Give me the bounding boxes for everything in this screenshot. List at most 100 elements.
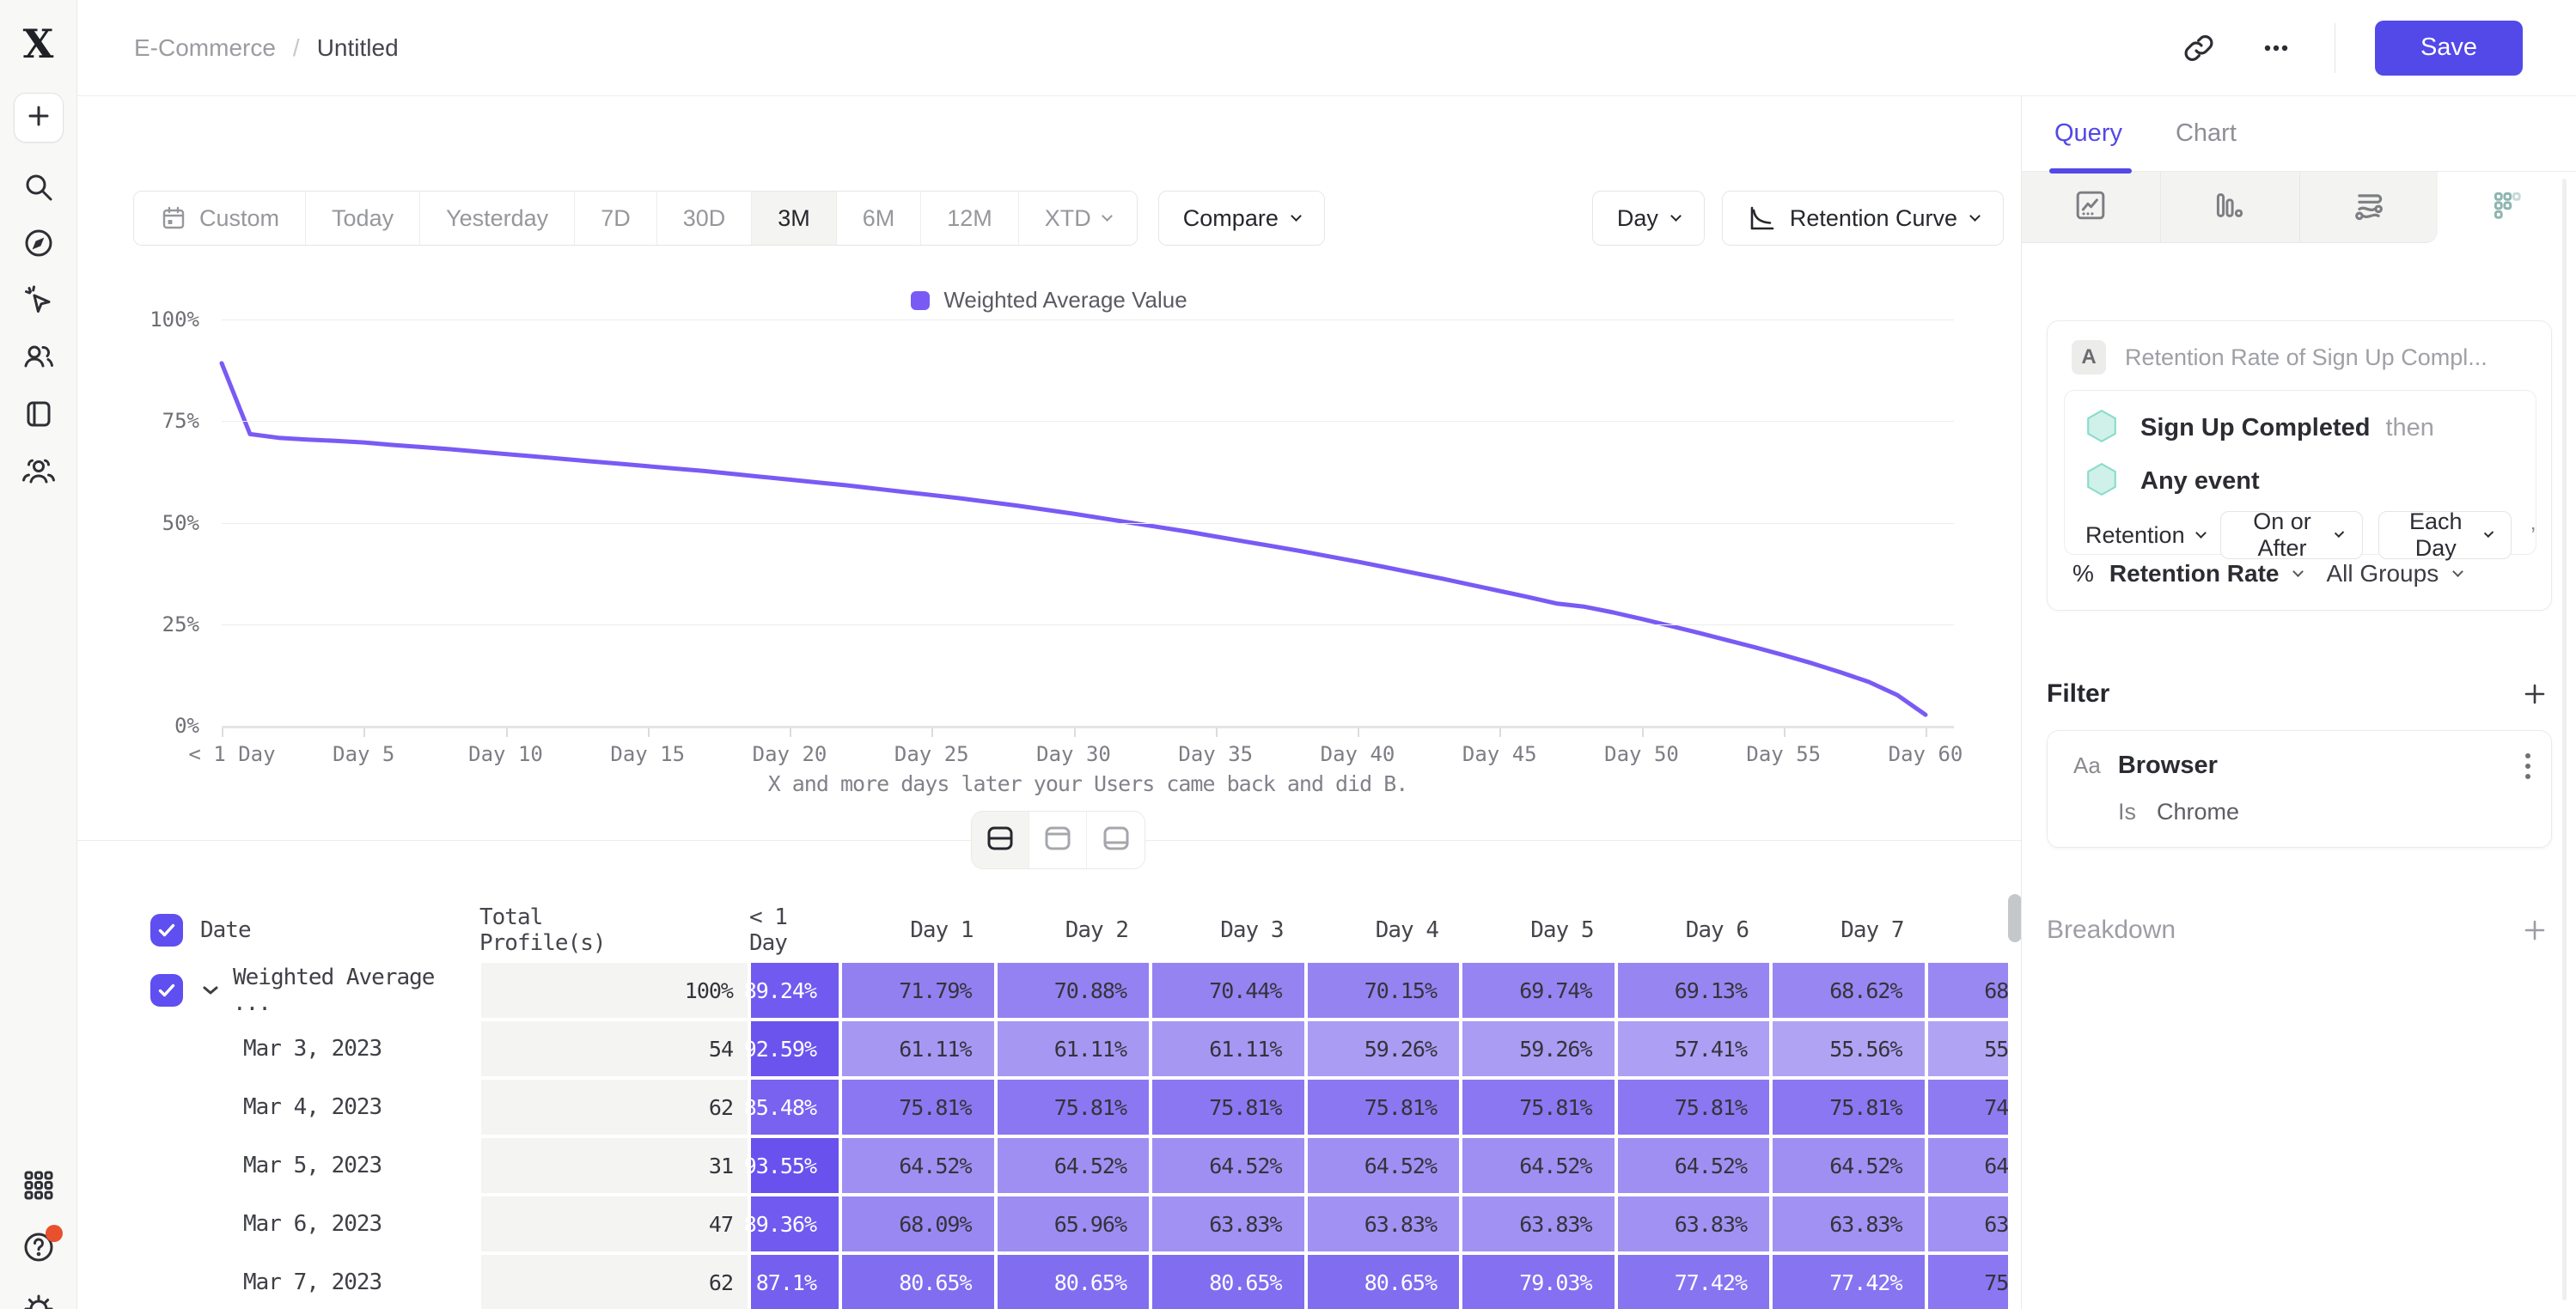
search-icon[interactable]	[20, 168, 58, 206]
retention-cell: 77.42%	[1616, 1253, 1772, 1309]
magic-cursor-icon[interactable]	[20, 282, 58, 320]
gridline-25: 25%	[222, 624, 1954, 625]
select-all-checkbox[interactable]	[150, 914, 183, 947]
breakdown-section-header: Breakdown	[2047, 915, 2550, 946]
retention-cell: 80.65%	[1306, 1253, 1462, 1309]
tab-bar-chart[interactable]	[2161, 172, 2300, 243]
filter-operator[interactable]: Is	[2118, 799, 2136, 825]
date-range-7d[interactable]: 7D	[575, 192, 657, 245]
expand-row-icon[interactable]	[202, 984, 219, 996]
x-axis-label: Day 10	[468, 742, 543, 766]
date-range-today[interactable]: Today	[306, 192, 420, 245]
date-range-yesterday[interactable]: Yesterday	[420, 192, 575, 245]
date-range-30d[interactable]: 30D	[657, 192, 753, 245]
interval-label: Each Day	[2398, 508, 2474, 562]
retention-cell: 80.65%	[996, 1253, 1151, 1309]
chevron-down-icon	[2335, 527, 2345, 538]
date-range-xtd[interactable]: XTD	[1019, 192, 1137, 245]
x-tick	[1216, 728, 1218, 737]
date-range-6m[interactable]: 6M	[837, 192, 922, 245]
row-checkbox[interactable]	[150, 974, 183, 1007]
x-tick	[1074, 728, 1076, 737]
filter-value[interactable]: Chrome	[2157, 799, 2239, 825]
filter-menu-icon[interactable]	[2525, 753, 2530, 779]
table-top-view-icon	[1043, 825, 1072, 856]
measure-dropdown[interactable]: Retention	[2085, 522, 2205, 549]
retention-cell: 59.26%	[1306, 1020, 1462, 1078]
retention-curve-icon	[1747, 204, 1776, 233]
retention-cell: 75.81%	[1616, 1078, 1772, 1136]
save-button[interactable]: Save	[2375, 21, 2523, 76]
chart-type-dropdown[interactable]: Retention Curve	[1722, 191, 2004, 246]
app-logo[interactable]: X	[16, 19, 61, 69]
apps-grid-icon[interactable]	[20, 1166, 58, 1204]
bar-chart-icon	[2212, 187, 2248, 228]
x-axis-label: Day 30	[1036, 742, 1111, 766]
date-range-12m[interactable]: 12M	[921, 192, 1019, 245]
filter-section-header: Filter	[2047, 679, 2550, 709]
text-property-icon: Aa	[2073, 752, 2101, 779]
retention-cell: 63.83%	[1926, 1195, 2009, 1253]
table-top-view-button[interactable]	[1029, 812, 1087, 868]
panel-scrollbar[interactable]	[2562, 179, 2567, 1300]
explore-compass-icon[interactable]	[20, 224, 58, 262]
more-options-icon[interactable]	[2257, 29, 2295, 67]
table-row-label: Mar 3, 2023	[133, 1020, 479, 1078]
left-sidebar: X	[0, 0, 77, 1309]
breadcrumb-current[interactable]: Untitled	[317, 34, 399, 62]
retention-cell: 77.42%	[1771, 1253, 1926, 1309]
date-range-3m[interactable]: 3M	[752, 192, 837, 245]
filter-property[interactable]: Browser	[2118, 752, 2218, 780]
filter-title: Filter	[2047, 679, 2109, 709]
query-title[interactable]: Retention Rate of Sign Up Compl...	[2125, 344, 2487, 371]
plus-icon	[24, 101, 53, 135]
tab-flows[interactable]	[2300, 172, 2439, 243]
copy-link-icon[interactable]	[2180, 29, 2218, 67]
split-view-button[interactable]	[972, 812, 1029, 868]
tab-query[interactable]: Query	[2054, 119, 2122, 148]
table-vertical-scrollbar[interactable]	[2008, 894, 2021, 942]
tab-retention-grid[interactable]	[2438, 172, 2576, 243]
group-scope-dropdown[interactable]: All Groups	[2326, 560, 2439, 588]
retention-cell: 55.56%	[1771, 1020, 1926, 1078]
retention-cell: 64.52%	[1151, 1136, 1306, 1195]
breadcrumb-parent[interactable]: E-Commerce	[134, 34, 276, 62]
retention-cell: 71.79%	[840, 961, 996, 1020]
chevron-down-icon	[1291, 210, 1302, 222]
event-row-first[interactable]: Sign Up Completed then	[2065, 401, 2536, 454]
chart-top-view-button[interactable]	[1087, 812, 1145, 868]
retention-cell: 68.62%	[1771, 961, 1926, 1020]
event-row-return[interactable]: Any event	[2065, 454, 2536, 508]
legend-swatch	[911, 291, 930, 310]
help-icon[interactable]	[20, 1228, 58, 1266]
x-tick	[931, 728, 933, 737]
x-tick	[1358, 728, 1359, 737]
x-tick	[222, 728, 223, 737]
total-profiles-cell: 47	[479, 1195, 749, 1253]
retention-cell: 61.11%	[996, 1020, 1151, 1078]
retention-cell: 74.19%	[1926, 1078, 2009, 1136]
audience-group-icon[interactable]	[20, 453, 58, 490]
add-filter-button[interactable]	[2519, 679, 2550, 709]
profiles-users-icon[interactable]	[20, 338, 58, 375]
interval-dropdown[interactable]: Each Day	[2378, 511, 2512, 559]
column-header-day-2: Day 2	[996, 899, 1151, 961]
column-header-day-5: Day 5	[1461, 899, 1616, 961]
retention-cell: 75.81%	[840, 1078, 996, 1136]
event-suffix: then	[2385, 414, 2433, 442]
retention-cell: 79.03%	[1461, 1253, 1616, 1309]
granularity-dropdown[interactable]: Day	[1592, 191, 1705, 246]
operator-dropdown[interactable]: On or After	[2220, 511, 2363, 559]
compare-button[interactable]: Compare	[1158, 191, 1325, 246]
metric-dropdown[interactable]: Retention Rate	[2109, 560, 2280, 588]
retention-cell: 92.59%	[749, 1020, 840, 1078]
tab-chart[interactable]: Chart	[2176, 119, 2237, 148]
add-breakdown-button[interactable]	[2519, 915, 2550, 946]
notebook-panel-icon[interactable]	[20, 395, 58, 433]
settings-gear-icon[interactable]	[20, 1290, 58, 1309]
total-profiles-cell: 100%	[479, 961, 749, 1020]
chart-legend[interactable]: Weighted Average Value	[77, 287, 2021, 314]
tab-insights-chart[interactable]	[2022, 172, 2161, 243]
new-report-button[interactable]	[14, 93, 64, 143]
date-range-custom[interactable]: Custom	[134, 192, 306, 245]
